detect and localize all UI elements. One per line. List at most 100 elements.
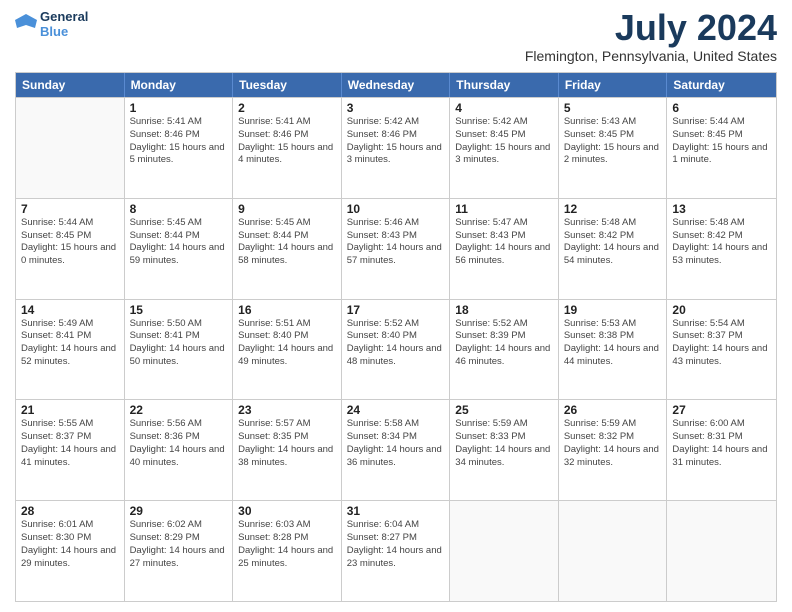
day-info: Sunrise: 5:49 AM Sunset: 8:41 PM Dayligh… <box>21 318 119 369</box>
header-day-saturday: Saturday <box>667 73 776 97</box>
calendar-cell: 2Sunrise: 5:41 AM Sunset: 8:46 PM Daylig… <box>233 98 342 198</box>
month-title: July 2024 <box>525 10 777 46</box>
calendar-cell: 11Sunrise: 5:47 AM Sunset: 8:43 PM Dayli… <box>450 199 559 299</box>
day-number: 11 <box>455 202 553 216</box>
calendar-cell: 15Sunrise: 5:50 AM Sunset: 8:41 PM Dayli… <box>125 300 234 400</box>
calendar-cell <box>450 501 559 601</box>
calendar-cell: 29Sunrise: 6:02 AM Sunset: 8:29 PM Dayli… <box>125 501 234 601</box>
day-info: Sunrise: 5:52 AM Sunset: 8:40 PM Dayligh… <box>347 318 445 369</box>
day-number: 4 <box>455 101 553 115</box>
day-number: 23 <box>238 403 336 417</box>
header-day-tuesday: Tuesday <box>233 73 342 97</box>
day-number: 27 <box>672 403 771 417</box>
day-info: Sunrise: 5:59 AM Sunset: 8:32 PM Dayligh… <box>564 418 662 469</box>
calendar-cell: 28Sunrise: 6:01 AM Sunset: 8:30 PM Dayli… <box>16 501 125 601</box>
header-day-thursday: Thursday <box>450 73 559 97</box>
calendar-cell: 26Sunrise: 5:59 AM Sunset: 8:32 PM Dayli… <box>559 400 668 500</box>
day-info: Sunrise: 5:48 AM Sunset: 8:42 PM Dayligh… <box>672 217 771 268</box>
day-number: 10 <box>347 202 445 216</box>
calendar-cell: 19Sunrise: 5:53 AM Sunset: 8:38 PM Dayli… <box>559 300 668 400</box>
day-info: Sunrise: 6:01 AM Sunset: 8:30 PM Dayligh… <box>21 519 119 570</box>
calendar-cell: 30Sunrise: 6:03 AM Sunset: 8:28 PM Dayli… <box>233 501 342 601</box>
day-info: Sunrise: 6:00 AM Sunset: 8:31 PM Dayligh… <box>672 418 771 469</box>
day-info: Sunrise: 5:59 AM Sunset: 8:33 PM Dayligh… <box>455 418 553 469</box>
calendar-row-4: 21Sunrise: 5:55 AM Sunset: 8:37 PM Dayli… <box>16 399 776 500</box>
day-number: 22 <box>130 403 228 417</box>
day-info: Sunrise: 5:52 AM Sunset: 8:39 PM Dayligh… <box>455 318 553 369</box>
logo-bird-icon <box>15 12 37 38</box>
calendar-row-2: 7Sunrise: 5:44 AM Sunset: 8:45 PM Daylig… <box>16 198 776 299</box>
calendar-cell: 14Sunrise: 5:49 AM Sunset: 8:41 PM Dayli… <box>16 300 125 400</box>
day-info: Sunrise: 5:43 AM Sunset: 8:45 PM Dayligh… <box>564 116 662 167</box>
day-info: Sunrise: 6:03 AM Sunset: 8:28 PM Dayligh… <box>238 519 336 570</box>
calendar-row-5: 28Sunrise: 6:01 AM Sunset: 8:30 PM Dayli… <box>16 500 776 601</box>
header-day-wednesday: Wednesday <box>342 73 451 97</box>
day-number: 24 <box>347 403 445 417</box>
calendar-cell: 22Sunrise: 5:56 AM Sunset: 8:36 PM Dayli… <box>125 400 234 500</box>
day-number: 15 <box>130 303 228 317</box>
day-number: 19 <box>564 303 662 317</box>
day-info: Sunrise: 6:04 AM Sunset: 8:27 PM Dayligh… <box>347 519 445 570</box>
day-info: Sunrise: 6:02 AM Sunset: 8:29 PM Dayligh… <box>130 519 228 570</box>
day-number: 13 <box>672 202 771 216</box>
day-number: 31 <box>347 504 445 518</box>
day-info: Sunrise: 5:57 AM Sunset: 8:35 PM Dayligh… <box>238 418 336 469</box>
header-day-sunday: Sunday <box>16 73 125 97</box>
day-number: 25 <box>455 403 553 417</box>
day-info: Sunrise: 5:41 AM Sunset: 8:46 PM Dayligh… <box>130 116 228 167</box>
day-number: 18 <box>455 303 553 317</box>
calendar-cell: 7Sunrise: 5:44 AM Sunset: 8:45 PM Daylig… <box>16 199 125 299</box>
calendar-cell: 8Sunrise: 5:45 AM Sunset: 8:44 PM Daylig… <box>125 199 234 299</box>
calendar-cell: 1Sunrise: 5:41 AM Sunset: 8:46 PM Daylig… <box>125 98 234 198</box>
day-number: 5 <box>564 101 662 115</box>
calendar-row-1: 1Sunrise: 5:41 AM Sunset: 8:46 PM Daylig… <box>16 97 776 198</box>
calendar-body: 1Sunrise: 5:41 AM Sunset: 8:46 PM Daylig… <box>16 97 776 601</box>
day-info: Sunrise: 5:42 AM Sunset: 8:46 PM Dayligh… <box>347 116 445 167</box>
day-number: 17 <box>347 303 445 317</box>
day-number: 6 <box>672 101 771 115</box>
calendar-cell: 17Sunrise: 5:52 AM Sunset: 8:40 PM Dayli… <box>342 300 451 400</box>
day-number: 3 <box>347 101 445 115</box>
day-number: 14 <box>21 303 119 317</box>
calendar-cell: 21Sunrise: 5:55 AM Sunset: 8:37 PM Dayli… <box>16 400 125 500</box>
day-info: Sunrise: 5:44 AM Sunset: 8:45 PM Dayligh… <box>672 116 771 167</box>
day-info: Sunrise: 5:44 AM Sunset: 8:45 PM Dayligh… <box>21 217 119 268</box>
day-info: Sunrise: 5:53 AM Sunset: 8:38 PM Dayligh… <box>564 318 662 369</box>
day-info: Sunrise: 5:46 AM Sunset: 8:43 PM Dayligh… <box>347 217 445 268</box>
day-info: Sunrise: 5:54 AM Sunset: 8:37 PM Dayligh… <box>672 318 771 369</box>
calendar-header: SundayMondayTuesdayWednesdayThursdayFrid… <box>16 73 776 97</box>
calendar-cell: 24Sunrise: 5:58 AM Sunset: 8:34 PM Dayli… <box>342 400 451 500</box>
calendar-cell: 23Sunrise: 5:57 AM Sunset: 8:35 PM Dayli… <box>233 400 342 500</box>
logo-blue: Blue <box>40 25 88 40</box>
day-number: 7 <box>21 202 119 216</box>
day-info: Sunrise: 5:47 AM Sunset: 8:43 PM Dayligh… <box>455 217 553 268</box>
logo-general: General <box>40 10 88 25</box>
calendar-cell: 31Sunrise: 6:04 AM Sunset: 8:27 PM Dayli… <box>342 501 451 601</box>
day-number: 2 <box>238 101 336 115</box>
day-number: 16 <box>238 303 336 317</box>
header-day-monday: Monday <box>125 73 234 97</box>
day-number: 29 <box>130 504 228 518</box>
day-number: 9 <box>238 202 336 216</box>
calendar-cell: 20Sunrise: 5:54 AM Sunset: 8:37 PM Dayli… <box>667 300 776 400</box>
calendar-cell: 9Sunrise: 5:45 AM Sunset: 8:44 PM Daylig… <box>233 199 342 299</box>
calendar-cell: 25Sunrise: 5:59 AM Sunset: 8:33 PM Dayli… <box>450 400 559 500</box>
calendar-cell: 6Sunrise: 5:44 AM Sunset: 8:45 PM Daylig… <box>667 98 776 198</box>
calendar-cell: 16Sunrise: 5:51 AM Sunset: 8:40 PM Dayli… <box>233 300 342 400</box>
calendar-cell <box>559 501 668 601</box>
calendar-cell: 13Sunrise: 5:48 AM Sunset: 8:42 PM Dayli… <box>667 199 776 299</box>
day-number: 20 <box>672 303 771 317</box>
day-info: Sunrise: 5:45 AM Sunset: 8:44 PM Dayligh… <box>238 217 336 268</box>
day-info: Sunrise: 5:42 AM Sunset: 8:45 PM Dayligh… <box>455 116 553 167</box>
logo-container: General Blue <box>15 10 88 40</box>
calendar: SundayMondayTuesdayWednesdayThursdayFrid… <box>15 72 777 602</box>
calendar-cell <box>16 98 125 198</box>
day-number: 1 <box>130 101 228 115</box>
day-info: Sunrise: 5:50 AM Sunset: 8:41 PM Dayligh… <box>130 318 228 369</box>
day-info: Sunrise: 5:56 AM Sunset: 8:36 PM Dayligh… <box>130 418 228 469</box>
calendar-cell: 12Sunrise: 5:48 AM Sunset: 8:42 PM Dayli… <box>559 199 668 299</box>
calendar-cell: 3Sunrise: 5:42 AM Sunset: 8:46 PM Daylig… <box>342 98 451 198</box>
day-info: Sunrise: 5:48 AM Sunset: 8:42 PM Dayligh… <box>564 217 662 268</box>
day-number: 8 <box>130 202 228 216</box>
day-info: Sunrise: 5:58 AM Sunset: 8:34 PM Dayligh… <box>347 418 445 469</box>
